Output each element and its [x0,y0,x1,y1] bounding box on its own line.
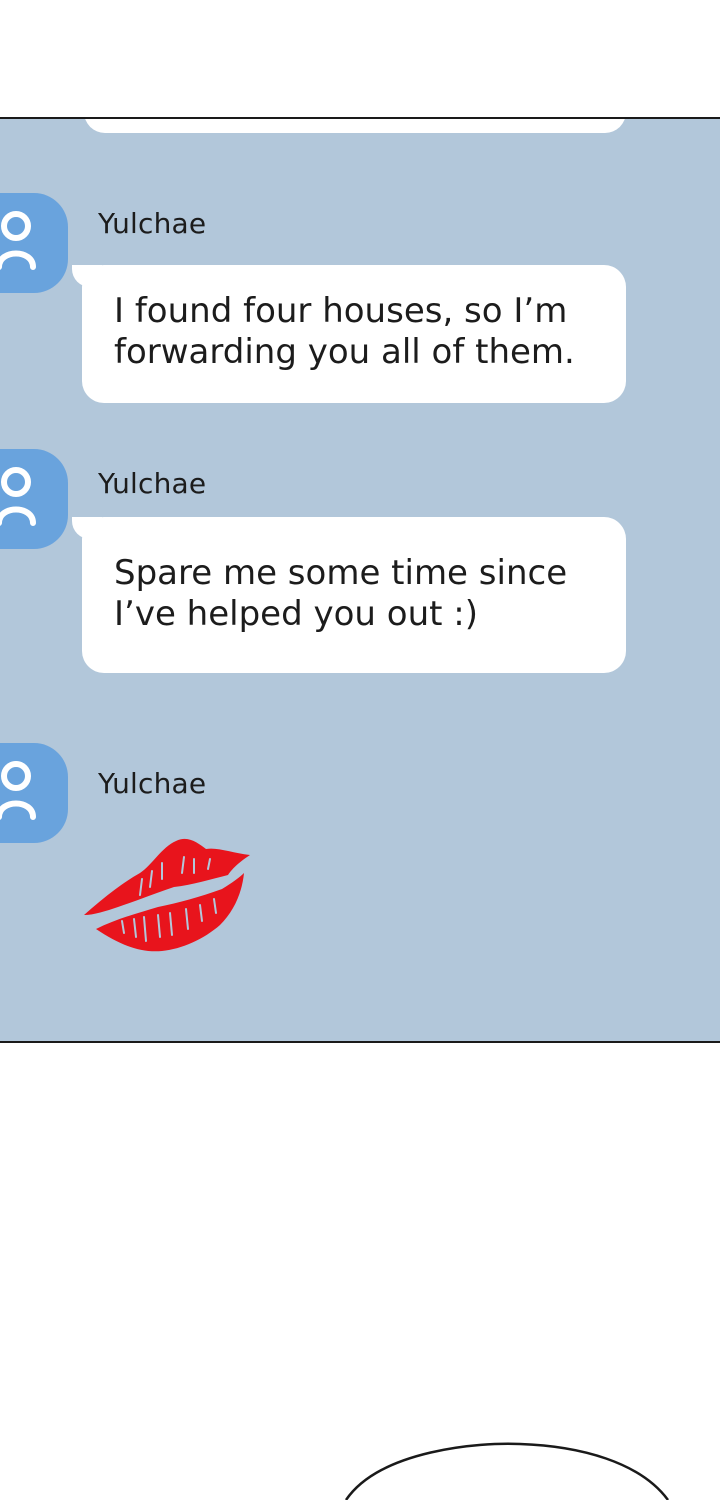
chat-panel: Yulchae I found four houses, so I’m forw… [0,117,720,1043]
sender-name: Yulchae [98,207,207,240]
lips-kiss-sticker[interactable] [82,833,254,959]
bubble-tail [72,265,102,287]
previous-message-bubble [84,119,626,133]
user-icon [0,467,36,526]
message-text: I found four houses, so I’m forwarding y… [114,291,575,372]
avatar[interactable] [0,449,68,549]
user-icon [0,761,36,820]
message-text: Spare me some time since I’ve helped you… [114,553,568,634]
bubble-tail [72,517,102,539]
message-bubble[interactable]: I found four houses, so I’m forwarding y… [72,265,626,403]
avatar[interactable] [0,193,68,293]
user-icon [0,211,36,270]
sender-name: Yulchae [98,467,207,500]
sender-name: Yulchae [98,767,207,800]
avatar[interactable] [0,743,68,843]
lips-icon [84,838,250,952]
speech-balloon-outline [344,1442,670,1500]
message-bubble[interactable]: Spare me some time since I’ve helped you… [72,517,626,673]
